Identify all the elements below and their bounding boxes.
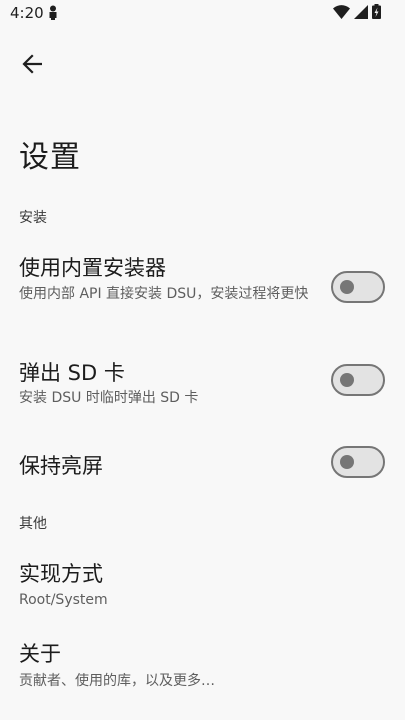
signal-icon — [354, 4, 368, 19]
toggle-builtin-installer[interactable] — [331, 271, 385, 303]
wifi-icon — [333, 4, 350, 19]
toggle-thumb — [340, 455, 354, 469]
section-header-install: 安装 — [19, 210, 47, 226]
section-header-other: 其他 — [19, 516, 47, 532]
pref-title: 弹出 SD 卡 — [19, 361, 125, 385]
toggle-thumb — [340, 373, 354, 387]
toggle-keep-screen-on[interactable] — [331, 446, 385, 478]
page-title: 设置 — [19, 140, 81, 175]
person-icon — [49, 5, 57, 20]
arrow-back-icon — [22, 54, 42, 74]
status-icons — [333, 4, 381, 19]
pref-title: 使用内置安装器 — [19, 256, 166, 280]
toggle-eject-sd-card[interactable] — [331, 364, 385, 396]
pref-keep-screen-on[interactable]: 保持亮屏 — [0, 432, 405, 494]
pref-eject-sd-card[interactable]: 弹出 SD 卡 安装 DSU 时临时弹出 SD 卡 — [0, 345, 405, 415]
pref-summary: Root/System — [19, 592, 108, 608]
status-time: 4:20 — [10, 4, 44, 22]
status-bar: 4:20 — [0, 0, 405, 26]
pref-title: 保持亮屏 — [19, 454, 103, 478]
pref-summary: 安装 DSU 时临时弹出 SD 卡 — [19, 390, 199, 406]
pref-title: 实现方式 — [19, 562, 103, 586]
pref-implementation[interactable]: 实现方式 Root/System — [0, 546, 405, 618]
back-button[interactable] — [14, 46, 50, 82]
pref-summary: 贡献者、使用的库，以及更多… — [19, 673, 215, 689]
pref-title: 关于 — [19, 642, 61, 666]
battery-icon — [372, 4, 381, 19]
toggle-thumb — [340, 280, 354, 294]
pref-summary: 使用内部 API 直接安装 DSU，安装过程将更快 — [19, 286, 309, 302]
pref-about[interactable]: 关于 贡献者、使用的库，以及更多… — [0, 628, 405, 700]
pref-builtin-installer[interactable]: 使用内置安装器 使用内部 API 直接安装 DSU，安装过程将更快 — [0, 240, 405, 336]
